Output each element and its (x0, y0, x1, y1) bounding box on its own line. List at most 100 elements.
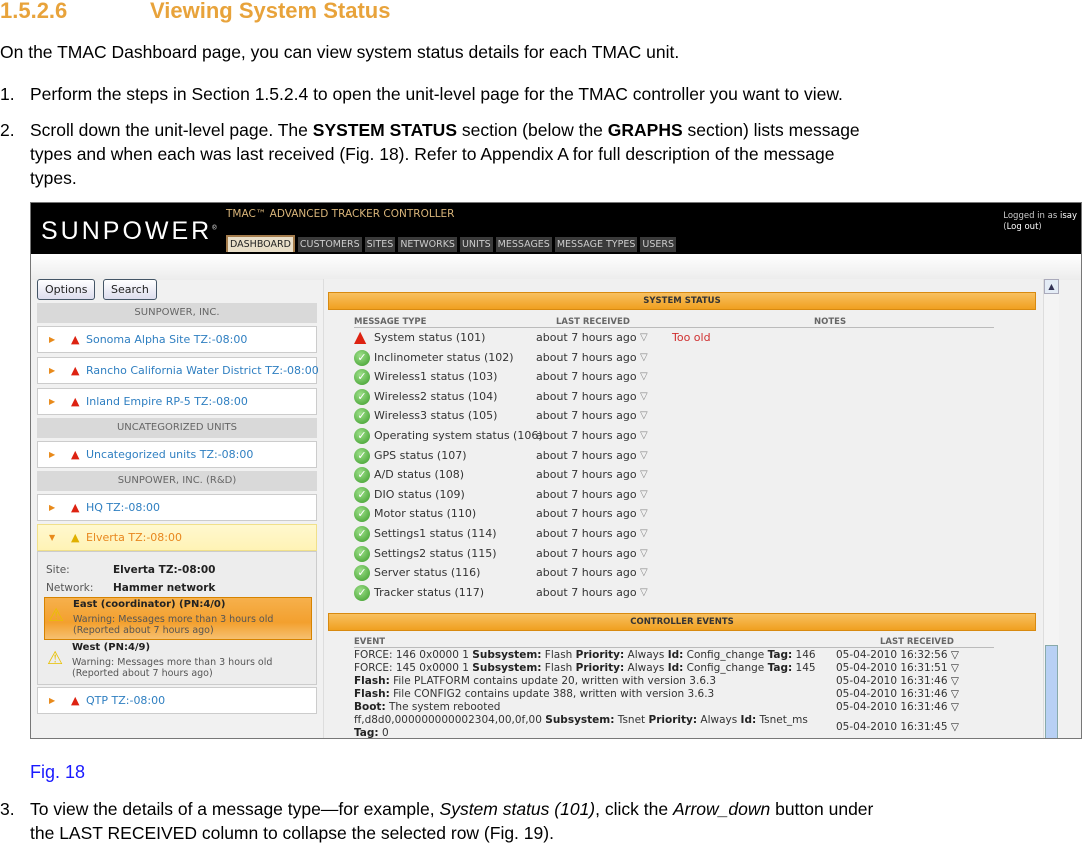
arrow-down-button[interactable]: ▽ (640, 387, 648, 406)
arrow-down-button[interactable]: ▽ (640, 406, 648, 425)
arrow-down-button[interactable]: ▽ (640, 426, 648, 445)
warning-icon: ▲ (71, 531, 80, 544)
scrollbar[interactable]: ▲ (1043, 279, 1059, 738)
unit-item[interactable]: ⚠ East (coordinator) (PN:4/0) Warning: Mes… (44, 597, 312, 640)
arrow-down-button[interactable]: ▽ (640, 583, 648, 602)
options-button[interactable]: Options (37, 279, 96, 300)
warning-icon: ⚠ (47, 648, 64, 669)
chevron-right-icon[interactable]: ▶ (49, 495, 55, 520)
last-received: about 7 hours ago (536, 448, 637, 462)
check-icon: ✓ (354, 486, 370, 503)
check-icon: ✓ (354, 408, 370, 425)
system-status-header: SYSTEM STATUS (328, 292, 1036, 310)
site-link[interactable]: HQ TZ:-08:00 (86, 495, 160, 520)
event-text: Boot: The system rebooted (354, 701, 501, 713)
arrow-down-button[interactable]: ▽ (640, 544, 648, 563)
last-received: about 7 hours ago (536, 546, 637, 560)
chevron-down-icon[interactable]: ▼ (49, 525, 55, 550)
site-link[interactable]: Uncategorized units TZ:-08:00 (86, 442, 253, 467)
unit-text: West (PN:4/9) Warning: Messages more than… (72, 642, 272, 679)
check-icon: ✓ (354, 584, 370, 601)
event-text: FORCE: 145 0x0000 1 Subsystem: Flash Pri… (354, 662, 816, 674)
logout-link[interactable]: Log out (1007, 222, 1039, 232)
chevron-right-icon[interactable]: ▶ (49, 358, 55, 383)
site-item[interactable]: ▼ ▲ Elverta TZ:-08:00 (37, 524, 317, 551)
check-icon: ✓ (354, 428, 370, 444)
error-icon: ▲ (354, 327, 367, 346)
site-item[interactable]: ▶ ▲ QTP TZ:-08:00 (37, 687, 317, 714)
arrow-down-button[interactable]: ▽ (948, 662, 959, 674)
arrow-down-button[interactable]: ▽ (640, 348, 648, 367)
arrow-down-button[interactable]: ▽ (640, 328, 648, 347)
app-title: TMAC™ ADVANCED TRACKER CONTROLLER (226, 208, 455, 220)
status-row: ✓ Operating system status (106) about 7 ho… (354, 426, 994, 445)
unit-item[interactable]: ⚠ West (PN:4/9) Warning: Messages more tha… (44, 641, 312, 684)
site-item[interactable]: ▶ ▲ Inland Empire RP-5 TZ:-08:00 (37, 388, 317, 415)
arrow-down-button[interactable]: ▽ (640, 465, 648, 484)
step-text: Perform the steps in Section 1.5.2.4 to … (30, 84, 843, 104)
chevron-right-icon[interactable]: ▶ (49, 327, 55, 352)
chevron-right-icon[interactable]: ▶ (49, 389, 55, 414)
arrow-down-button[interactable]: ▽ (640, 563, 648, 582)
site-item[interactable]: ▶ ▲ HQ TZ:-08:00 (37, 494, 317, 521)
status-row: ✓ Settings2 status (115) about 7 hours ago… (354, 544, 994, 563)
message-type: Operating system status (106) (374, 429, 543, 442)
tab-units[interactable]: UNITS (459, 237, 493, 252)
arrow-down-button[interactable]: ▽ (640, 504, 648, 523)
arrow-down-button[interactable]: ▽ (640, 367, 648, 386)
message-type: Server status (116) (374, 566, 481, 580)
warning-icon: ▲ (71, 694, 80, 707)
main-panel: SYSTEM STATUS MESSAGE TYPE LAST RECEIVED NO… (323, 279, 1041, 738)
step-italic: Arrow_down (672, 799, 771, 819)
detail-label: Site: (46, 564, 70, 576)
step-number: 2. (0, 120, 15, 140)
tab-sites[interactable]: SITES (364, 237, 396, 252)
check-icon: ✓ (354, 506, 370, 523)
message-type: Wireless2 status (104) (374, 389, 498, 403)
chevron-right-icon[interactable]: ▶ (49, 688, 55, 713)
arrow-down-button[interactable]: ▽ (640, 524, 648, 543)
section-heading: 1.5.2.6 Viewing System Status (0, 0, 390, 24)
chevron-right-icon[interactable]: ▶ (49, 442, 55, 467)
site-item[interactable]: ▶ ▲ Rancho California Water District TZ:-0… (37, 357, 319, 384)
status-row: ✓ Wireless3 status (105) about 7 hours ago… (354, 406, 994, 425)
arrow-down-button[interactable]: ▽ (948, 649, 959, 661)
tab-message-types[interactable]: MESSAGE TYPES (554, 237, 638, 252)
site-item[interactable]: ▶ ▲ Sonoma Alpha Site TZ:-08:00 (37, 326, 317, 353)
site-link[interactable]: Sonoma Alpha Site TZ:-08:00 (86, 327, 247, 352)
arrow-down-button[interactable]: ▽ (640, 446, 648, 465)
arrow-down-button[interactable]: ▽ (640, 485, 648, 504)
check-icon: ✓ (354, 349, 370, 366)
site-link[interactable]: Elverta TZ:-08:00 (86, 525, 182, 550)
site-link[interactable]: Inland Empire RP-5 TZ:-08:00 (86, 389, 248, 414)
site-item[interactable]: ▶ ▲ Uncategorized units TZ:-08:00 (37, 441, 317, 468)
tab-messages[interactable]: MESSAGES (495, 237, 552, 252)
tab-customers[interactable]: CUSTOMERS (297, 237, 362, 252)
group-header: SUNPOWER, INC. (37, 303, 317, 323)
site-link[interactable]: QTP TZ:-08:00 (86, 688, 165, 713)
arrow-down-button[interactable]: ▽ (948, 721, 959, 733)
arrow-down-button[interactable]: ▽ (948, 688, 959, 700)
status-row: ▲ System status (101) about 7 hours ago ▽ To… (354, 328, 994, 347)
event-last-received: 05-04-2010 16:31:45 ▽ (836, 721, 959, 734)
arrow-down-button[interactable]: ▽ (948, 701, 959, 713)
tab-dashboard[interactable]: DASHBOARD (226, 235, 295, 252)
site-link[interactable]: Rancho California Water District TZ:-08:… (86, 358, 319, 383)
tab-networks[interactable]: NETWORKS (398, 237, 457, 252)
unit-reported: (Reported about 7 hours ago) (73, 625, 214, 636)
scroll-up-icon[interactable]: ▲ (1044, 279, 1059, 294)
last-received: about 7 hours ago (536, 370, 637, 384)
controller-events-header: CONTROLLER EVENTS (328, 613, 1036, 631)
step-text: types. (30, 168, 77, 188)
last-received: about 7 hours ago (536, 585, 637, 599)
search-button[interactable]: Search (103, 279, 157, 300)
scroll-thumb[interactable] (1045, 645, 1058, 738)
check-icon: ✓ (354, 447, 370, 464)
tab-users[interactable]: USERS (640, 237, 676, 252)
last-received: about 7 hours ago (536, 350, 637, 364)
detail-value: Hammer network (113, 582, 216, 594)
arrow-down-button[interactable]: ▽ (948, 675, 959, 687)
step-3: 3. To view the details of a message type… (0, 797, 1082, 845)
message-type: Settings2 status (115) (374, 546, 497, 560)
status-row: ✓ Settings1 status (114) about 7 hours ago… (354, 524, 994, 543)
